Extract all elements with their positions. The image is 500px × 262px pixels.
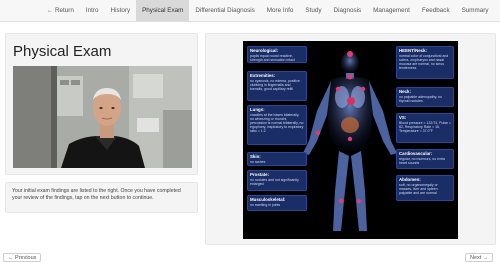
finding-text: no swelling in joints [250,202,281,207]
previous-button[interactable]: ← Previous [3,253,42,262]
finding-cardiovascular: Cardiovascular: regular, no murmurs, no … [396,149,454,169]
finding-text: normal color of conjunctival and sclera,… [399,53,449,71]
finding-neck: Neck: no palpable adenopathy, no thyroid… [396,87,454,107]
left-column: Physical Exam Your initial exam findings… [5,33,198,213]
back-arrow-icon: ← [47,7,53,14]
finding-text: regular, no murmurs, no extra heart soun… [399,156,445,165]
previous-arrow-icon: ← [8,255,14,261]
instructions-panel: Your initial exam findings are listed to… [5,182,198,213]
finding-musculoskeletal: Musculoskeletal: no swelling in joints [247,195,307,211]
findings-panel: Neurological: pupils equal round reactiv… [205,33,496,245]
nav-return[interactable]: ← Return [41,0,80,21]
instructions-text: Your initial exam findings are listed to… [12,188,181,201]
finding-lungs: Lungs: crackles at the bases bilaterally… [247,105,307,145]
body-diagram: Neurological: pupils equal round reactiv… [243,41,458,239]
finding-abdomen: Abdomen: soft, no organomegaly or masses… [396,175,454,201]
finding-text: Blood pressure = 122/74, Pulse = 82, Res… [399,120,451,133]
nav-history[interactable]: History [105,0,137,21]
finding-text: pupils equal round reactive, strength an… [250,53,295,62]
bottom-bar: ← Previous Next → [0,252,500,262]
finding-text: soft, no organomegaly or masses, liver a… [399,182,438,195]
nav-summary[interactable]: Summary [456,0,495,21]
top-nav: ← Return Intro History Physical Exam Dif… [0,0,500,22]
next-arrow-icon: → [482,255,489,261]
nav-feedback[interactable]: Feedback [416,0,456,21]
patient-video-image [13,66,192,168]
nav-differential-diagnosis[interactable]: Differential Diagnosis [189,0,260,21]
finding-text: no nodules and not significantly enlarge… [250,177,299,186]
finding-prostate: Prostate: no nodules and not significant… [247,170,307,191]
exam-panel: Physical Exam [5,33,198,175]
next-button[interactable]: Next → [465,253,494,262]
nav-study[interactable]: Study [299,0,327,21]
finding-text: no rashes [250,159,266,164]
nav-physical-exam[interactable]: Physical Exam [136,0,190,21]
page-title: Physical Exam [13,43,112,60]
nav-diagnosis[interactable]: Diagnosis [328,0,368,21]
finding-neurological: Neurological: pupils equal round reactiv… [247,46,307,63]
finding-text: crackles at the bases bilaterally, no wh… [250,112,304,134]
nav-management[interactable]: Management [367,0,416,21]
finding-vital-signs: VS: Blood pressure = 122/74, Pulse = 82,… [396,113,454,143]
finding-heent-neck: HEENT/Neck: normal color of conjunctival… [396,46,454,79]
nav-more-info[interactable]: More Info [261,0,300,21]
previous-label: Previous [15,255,37,261]
nav-return-label: Return [55,7,74,14]
finding-extremities: Extremities: no cyanosis, no edema, posi… [247,71,307,101]
patient-video[interactable] [13,66,192,168]
next-label: Next [470,255,482,261]
nav-intro[interactable]: Intro [80,0,105,21]
finding-text: no palpable adenopathy, no thyroid nodul… [399,94,442,103]
finding-skin: Skin: no rashes [247,152,307,166]
finding-text: no cyanosis, no edema, positive clubbing… [250,78,300,91]
